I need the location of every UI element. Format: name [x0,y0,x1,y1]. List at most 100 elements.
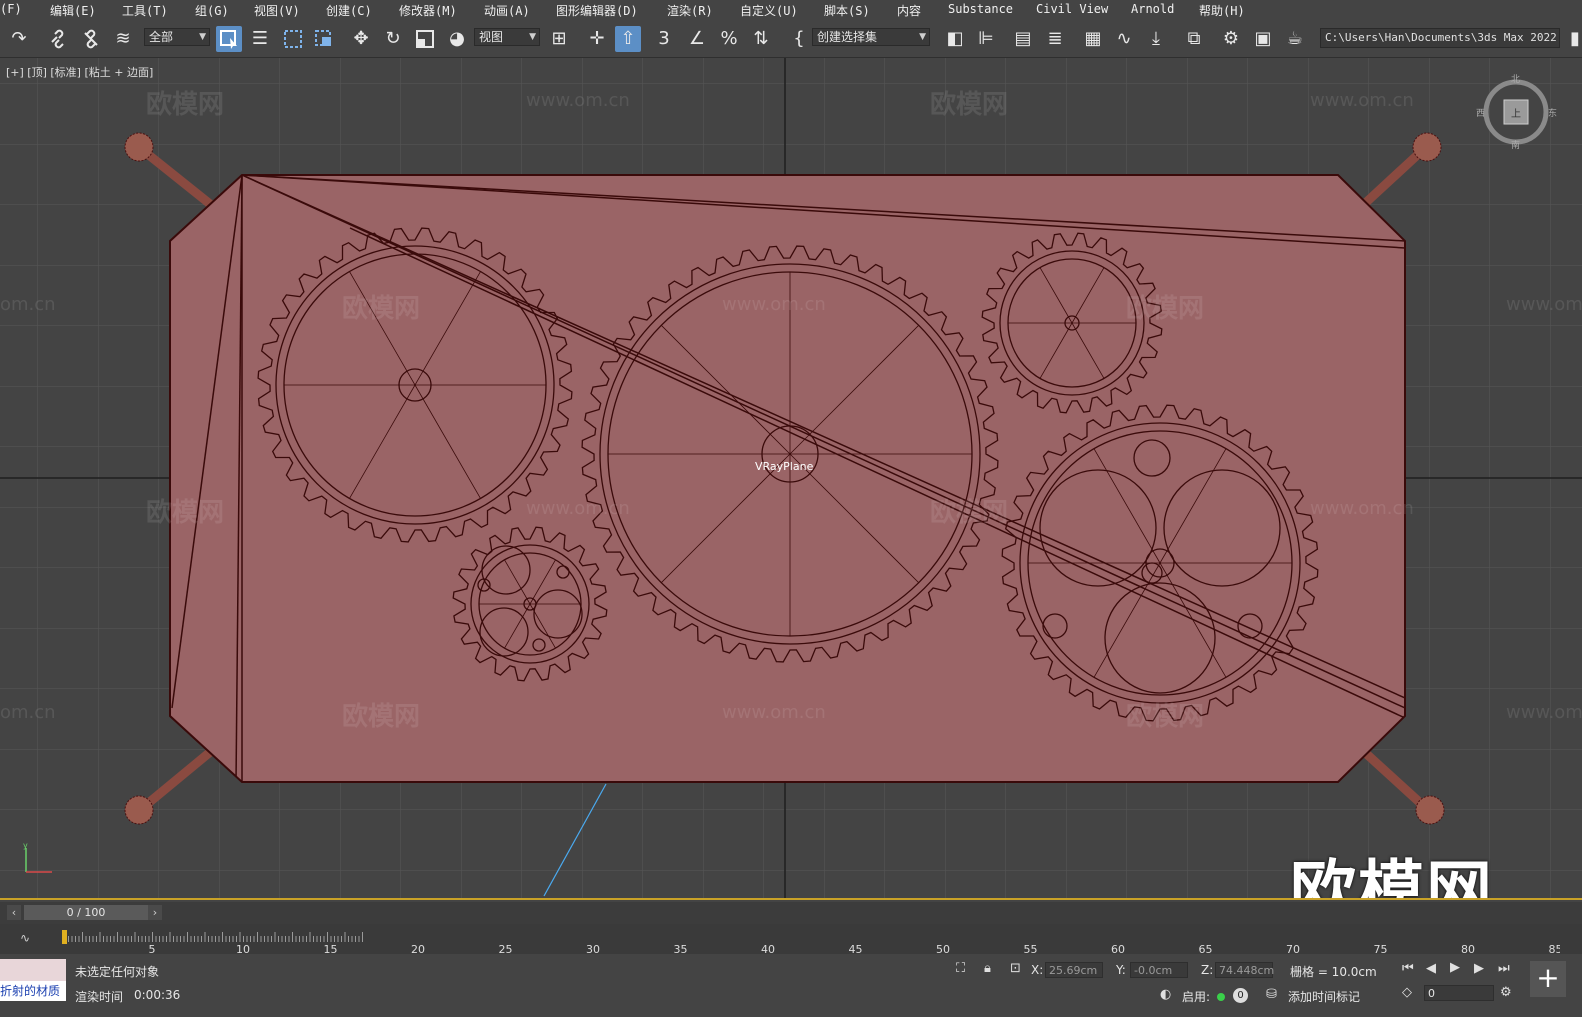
spinner-snap-icon[interactable]: ⇅ [748,26,774,52]
menu-bar: (F) 编辑(E) 工具(T) 组(G) 视图(V) 创建(C) 修改器(M) … [0,0,1582,19]
keyboard-shortcut-override-icon[interactable]: ⇧ [615,26,641,52]
project-folder-dropdown[interactable]: C:\Users\Han\Documents\3ds Max 2022 [1320,28,1560,48]
menu-views[interactable]: 视图(V) [254,2,300,19]
render-production-icon[interactable]: ☕ [1282,26,1308,52]
time-slider[interactable]: ‹ 0 / 100 › [0,902,1582,924]
menu-arnold[interactable]: Arnold [1131,2,1174,16]
viewport-label[interactable]: [+] [顶] [标准] [粘土 + 边面] [6,64,153,80]
toggle-ribbon-icon[interactable]: ▦ [1080,26,1106,52]
reference-coordinate-dropdown[interactable]: 视图 ▼ [474,28,540,46]
menu-substance[interactable]: Substance [948,2,1013,16]
next-frame-icon[interactable]: ▶︎ [1474,961,1484,976]
scale-icon[interactable] [412,26,438,52]
curve-editor-icon[interactable]: ∿ [1111,26,1137,52]
menu-file[interactable]: (F) [0,2,22,16]
previous-frame-icon[interactable]: ◀︎ [1426,961,1436,976]
angle-snap-icon[interactable]: ∠ [684,26,710,52]
scene-explorer-icon[interactable]: ▤ [1010,26,1036,52]
placement-icon[interactable]: ◕ [444,26,470,52]
timeline-tick-label: 25 [499,943,513,954]
mirror-icon[interactable]: ◧ [942,26,968,52]
watermark-url: www.om.cn [1506,702,1582,723]
menu-rendering[interactable]: 渲染(R) [667,2,713,19]
move-icon[interactable]: ✥ [348,26,374,52]
menu-tools[interactable]: 工具(T) [122,2,168,19]
key-mode-icon[interactable]: ◇ [1402,985,1412,1000]
absolute-mode-icon[interactable]: ⊡ [1010,961,1021,976]
rectangular-selection-icon[interactable] [280,26,306,52]
prev-frame-arrow-icon[interactable]: ‹ [7,905,21,920]
menu-scripting[interactable]: 脚本(S) [824,2,870,19]
vray-plane-object[interactable] [169,174,1406,783]
watermark-text: 欧模网 [342,702,421,732]
timeline-tick-label: 80 [1461,943,1475,954]
play-icon[interactable]: ▶︎ [1450,960,1460,975]
watermark-url: om.cn [0,702,56,723]
link-icon[interactable] [46,26,72,52]
viewcube-north[interactable]: 北 [1511,72,1520,85]
go-to-start-icon[interactable]: ⏮ [1402,961,1414,976]
align-icon[interactable]: ⊫ [973,26,999,52]
snaps-toggle-icon[interactable]: 3 [651,26,677,52]
render-setup-icon[interactable]: ⚙ [1218,26,1244,52]
menu-help[interactable]: 帮助(H) [1199,2,1245,19]
toolbar-overflow-icon[interactable]: ▮ [1562,26,1582,52]
mini-curve-editor-icon[interactable]: ∿ [20,931,30,945]
y-coordinate-field[interactable]: -0.0cm [1130,962,1188,978]
redo-icon[interactable]: ↷ [6,26,32,52]
viewcube-east[interactable]: 东 [1548,106,1557,119]
menu-animation[interactable]: 动画(A) [484,2,530,19]
window-crossing-icon[interactable] [311,26,337,52]
layer-explorer-icon[interactable]: ≣ [1042,26,1068,52]
menu-graph-editors[interactable]: 图形编辑器(D) [556,2,638,19]
menu-edit[interactable]: 编辑(E) [50,2,96,19]
viewcube-top-face[interactable]: 上 [1511,105,1521,120]
named-selection-set-dropdown[interactable]: 创建选择集 ▼ [812,28,930,46]
material-swatch[interactable] [0,959,66,981]
selection-filter-dropdown[interactable]: 全部 ▼ [144,28,210,46]
adaptive-degradation-icon[interactable]: ◐ [1160,987,1171,1002]
add-time-tag-label[interactable]: 添加时间标记 [1288,988,1360,1005]
select-by-name-icon[interactable]: ☰ [247,26,273,52]
top-viewport[interactable]: [+] [顶] [标准] [粘土 + 边面] VRayPlane 欧模网 www… [0,58,1582,900]
enable-count-badge[interactable]: 0 [1233,988,1248,1003]
x-coordinate-field[interactable]: 25.69cm [1045,962,1103,978]
next-frame-arrow-icon[interactable]: › [148,905,162,920]
timeline-tick-label: 60 [1111,943,1125,954]
track-bar[interactable]: ∿ 5 10 15 20 25 30 35 40 45 50 55 60 65 70 75 80 85 [0,924,1582,954]
menu-group[interactable]: 组(G) [195,2,229,19]
selection-lock-icon[interactable]: 🔒︎ [984,961,991,976]
material-editor-icon[interactable]: ⧉ [1181,26,1207,52]
pivot-center-icon[interactable]: ⊞ [546,26,572,52]
menu-create[interactable]: 创建(C) [326,2,372,19]
time-configuration-icon[interactable]: ⚙ [1500,985,1512,1000]
edit-named-selection-icon[interactable]: { [786,26,812,52]
time-slider-thumb[interactable]: 0 / 100 [24,905,148,920]
isolate-selection-icon[interactable]: ⛶ [956,961,965,976]
schematic-view-icon[interactable]: ⤓ [1143,26,1169,52]
viewcube-south[interactable]: 南 [1511,138,1520,151]
timeline-tick-label: 65 [1199,943,1213,954]
bind-space-warp-icon[interactable]: ≋ [110,26,136,52]
menu-content[interactable]: 内容 [897,2,921,19]
rotate-icon[interactable]: ↻ [380,26,406,52]
select-object-icon[interactable] [216,26,242,52]
time-tag-icon[interactable]: ⛁ [1266,987,1277,1002]
viewcube-west[interactable]: 西 [1476,106,1485,119]
menu-customize[interactable]: 自定义(U) [740,2,798,19]
viewcube[interactable]: 北 南 西 东 上 [1476,72,1560,154]
z-coordinate-field[interactable]: 74.448cm [1215,962,1274,978]
axis-tripod-icon: y [23,841,52,873]
current-frame-field[interactable]: 0 [1424,985,1494,1001]
select-manipulate-icon[interactable]: ✛ [584,26,610,52]
material-name-label[interactable]: 折射的材质 [0,981,66,1001]
add-button[interactable]: + [1530,961,1566,997]
current-frame-marker[interactable] [62,930,67,944]
unlink-icon[interactable] [78,26,104,52]
rendered-frame-window-icon[interactable]: ▣ [1250,26,1276,52]
menu-civil-view[interactable]: Civil View [1036,2,1108,16]
menu-modifiers[interactable]: 修改器(M) [399,2,457,19]
timeline-tick-label: 70 [1286,943,1300,954]
go-to-end-icon[interactable]: ⏭ [1498,961,1510,976]
percent-snap-icon[interactable]: % [716,26,742,52]
